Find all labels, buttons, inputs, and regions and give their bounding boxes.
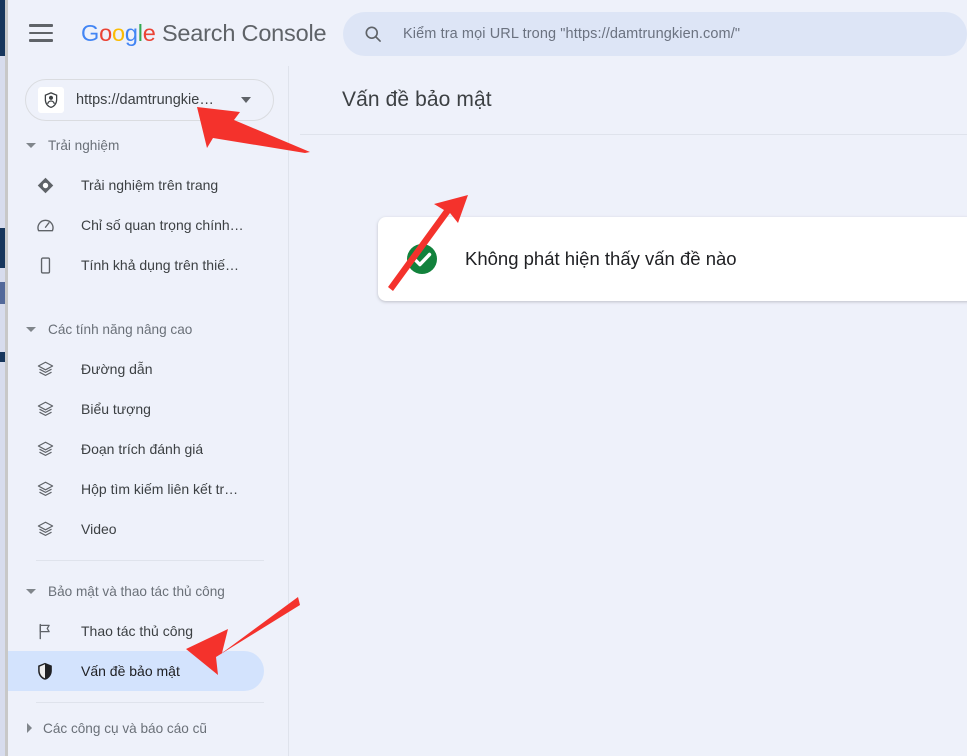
sidebar-item-label: Biểu tượng [81, 401, 151, 417]
page-experience-icon [35, 175, 55, 195]
sidebar-item-label: Đường dẫn [81, 361, 153, 377]
page-title: Vấn đề bảo mật [342, 88, 492, 111]
sidebar-divider-1 [36, 560, 264, 561]
sidebar-item-page-experience[interactable]: Trải nghiệm trên trang [8, 165, 264, 205]
property-shield-icon [38, 87, 64, 113]
section-header-advanced-features[interactable]: Các tính năng nâng cao [8, 309, 288, 349]
property-label: https://damtrungkie… [76, 92, 214, 108]
sidebar-navigation: https://damtrungkie… Trải nghiệm Trải ng… [8, 66, 288, 756]
brand-suffix: Search Console [155, 19, 327, 46]
section-title: Các công cụ và báo cáo cũ [43, 720, 207, 736]
sidebar-item-review-snippets[interactable]: Đoạn trích đánh giá [8, 429, 264, 469]
nav-section-security: Bảo mật và thao tác thủ công Thao tác th… [8, 571, 288, 691]
chevron-right-icon [27, 723, 32, 733]
sidebar-item-label: Tính khả dụng trên thiế… [81, 257, 239, 273]
mobile-usability-icon [35, 255, 55, 275]
section-title: Trải nghiệm [48, 137, 120, 153]
layers-icon [35, 479, 55, 499]
layers-icon [35, 439, 55, 459]
section-header-security[interactable]: Bảo mật và thao tác thủ công [8, 571, 288, 611]
green-check-circle-icon [407, 244, 437, 274]
sidebar-item-label: Chỉ số quan trọng chính… [81, 217, 244, 233]
security-status-card: Không phát hiện thấy vấn đề nào [378, 217, 967, 301]
flag-icon [35, 621, 55, 641]
sidebar-item-label: Trải nghiệm trên trang [81, 177, 219, 193]
layers-icon [35, 359, 55, 379]
security-status-text: Không phát hiện thấy vấn đề nào [465, 248, 737, 269]
chevron-down-icon [26, 588, 36, 594]
sidebar-item-label: Vấn đề bảo mật [81, 663, 180, 679]
sidebar-item-mobile-usability[interactable]: Tính khả dụng trên thiế… [8, 245, 264, 285]
layers-icon [35, 519, 55, 539]
google-search-console-page: Google Search Console Kiểm tra mọi URL t… [0, 0, 967, 756]
main-content: Vấn đề bảo mật Không phát hiện thấy vấn … [289, 66, 967, 756]
sidebar-item-label: Video [81, 521, 117, 537]
sidebar-item-videos[interactable]: Video [8, 509, 264, 549]
sidebar-item-core-web-vitals[interactable]: Chỉ số quan trọng chính… [8, 205, 264, 245]
hamburger-menu-icon[interactable] [29, 24, 53, 42]
section-header-experience[interactable]: Trải nghiệm [8, 125, 288, 165]
app-brand-title: Google Search Console [81, 19, 327, 46]
search-icon [365, 26, 381, 42]
title-divider [300, 134, 967, 135]
sidebar-item-label: Thao tác thủ công [81, 623, 194, 639]
sidebar-item-security-issues[interactable]: Vấn đề bảo mật [8, 651, 264, 691]
nav-section-advanced-features: Các tính năng nâng cao Đường dẫn Biểu tư… [8, 309, 288, 549]
section-title: Bảo mật và thao tác thủ công [48, 583, 225, 599]
sidebar-item-manual-actions[interactable]: Thao tác thủ công [8, 611, 264, 651]
url-inspection-search-bar[interactable]: Kiểm tra mọi URL trong "https://damtrung… [343, 12, 967, 56]
nav-section-legacy-tools: Các công cụ và báo cáo cũ [8, 708, 288, 748]
chevron-down-icon [26, 142, 36, 148]
chevron-down-icon [26, 326, 36, 332]
shield-icon [35, 661, 55, 681]
chevron-down-icon[interactable] [241, 97, 251, 103]
property-selector[interactable]: https://damtrungkie… [25, 79, 274, 121]
section-title: Các tính năng nâng cao [48, 321, 193, 337]
sidebar-item-logos[interactable]: Biểu tượng [8, 389, 264, 429]
sidebar-item-sitelinks-searchbox[interactable]: Hộp tìm kiếm liên kết tr… [8, 469, 264, 509]
layers-icon [35, 399, 55, 419]
core-web-vitals-icon [35, 215, 55, 235]
search-placeholder-text: Kiểm tra mọi URL trong "https://damtrung… [403, 26, 741, 42]
section-header-legacy-tools[interactable]: Các công cụ và báo cáo cũ [8, 708, 288, 748]
nav-section-experience: Trải nghiệm Trải nghiệm trên trang Chỉ s… [8, 125, 288, 285]
sidebar-divider-2 [36, 702, 264, 703]
sidebar-item-label: Đoạn trích đánh giá [81, 441, 204, 457]
sidebar-item-breadcrumbs[interactable]: Đường dẫn [8, 349, 264, 389]
sidebar-item-label: Hộp tìm kiếm liên kết tr… [81, 481, 239, 497]
